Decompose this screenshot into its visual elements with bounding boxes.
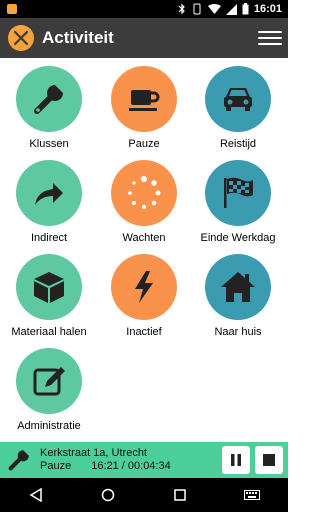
status-bar: 16:01 — [0, 0, 288, 18]
keyboard-button[interactable] — [237, 480, 267, 510]
status-indicators: 16:01 — [178, 3, 282, 15]
status-notifications — [6, 3, 18, 15]
bluetooth-icon — [178, 3, 185, 15]
tile-wachten[interactable]: Wachten — [96, 160, 192, 244]
tile-administratie[interactable]: Administratie — [1, 348, 97, 432]
tile-label: Pauze — [128, 138, 160, 150]
app-logo-icon — [8, 25, 34, 51]
tile-label: Einde Werkdag — [200, 232, 276, 244]
tile-label: Indirect — [30, 232, 68, 244]
back-triangle-icon — [29, 488, 42, 502]
recents-button[interactable] — [165, 480, 195, 510]
tile-label: Materiaal halen — [11, 326, 87, 338]
tile-einde-werkdag[interactable]: Einde Werkdag — [190, 160, 286, 244]
tile-label: Reistijd — [219, 138, 257, 150]
tile-pauze[interactable]: Pauze — [96, 66, 192, 150]
current-activity-info: Kerkstraat 1a, Utrecht Pauze 16:21 / 00:… — [36, 447, 222, 473]
cell-signal-icon — [225, 3, 237, 15]
tile-materiaal-halen[interactable]: Materiaal halen — [1, 254, 97, 338]
edit-icon — [16, 348, 82, 414]
pause-icon — [231, 454, 241, 466]
tile-label: Naar huis — [214, 326, 262, 338]
current-address: Kerkstraat 1a, Utrecht — [40, 447, 147, 459]
tile-inactief[interactable]: Inactief — [96, 254, 192, 338]
notification-icon — [7, 4, 17, 14]
tile-reistijd[interactable]: Reistijd — [190, 66, 286, 150]
stop-icon — [263, 454, 275, 466]
page-title: Activiteit — [42, 28, 114, 47]
wifi-icon — [207, 3, 221, 14]
battery-icon — [242, 3, 249, 15]
app-bar: Activiteit — [0, 18, 288, 58]
stop-button[interactable] — [255, 446, 283, 474]
tile-label: Inactief — [126, 326, 162, 338]
current-time-info: 16:21 / 00:04:34 — [91, 460, 171, 472]
tile-klussen[interactable]: Klussen — [1, 66, 97, 150]
current-activity: Pauze — [40, 460, 72, 472]
tile-label: Wachten — [122, 232, 166, 244]
status-time: 16:01 — [253, 3, 282, 15]
lightning-icon — [111, 254, 177, 320]
recents-square-icon — [174, 489, 186, 501]
tile-label: Klussen — [29, 138, 69, 150]
home-button[interactable] — [93, 480, 123, 510]
wrench-icon — [16, 66, 82, 132]
home-circle-icon — [101, 488, 115, 502]
wrench-icon — [2, 443, 36, 477]
coffee-cup-icon — [111, 66, 177, 132]
home-icon — [205, 254, 271, 320]
current-activity-panel[interactable]: Kerkstraat 1a, Utrecht Pauze 16:21 / 00:… — [0, 442, 288, 478]
tile-indirect[interactable]: Indirect — [1, 160, 97, 244]
loading-dots-icon — [111, 160, 177, 226]
vibrate-icon — [193, 3, 201, 15]
tile-label: Administratie — [17, 420, 81, 432]
share-arrow-icon — [16, 160, 82, 226]
box-icon — [16, 254, 82, 320]
back-button[interactable] — [21, 480, 51, 510]
system-nav-bar — [0, 478, 288, 512]
hamburger-menu-icon[interactable] — [258, 26, 282, 50]
tile-naar-huis[interactable]: Naar huis — [190, 254, 286, 338]
pause-button[interactable] — [222, 446, 250, 474]
finish-flag-icon — [205, 160, 271, 226]
keyboard-icon — [244, 490, 260, 500]
car-icon — [205, 66, 271, 132]
